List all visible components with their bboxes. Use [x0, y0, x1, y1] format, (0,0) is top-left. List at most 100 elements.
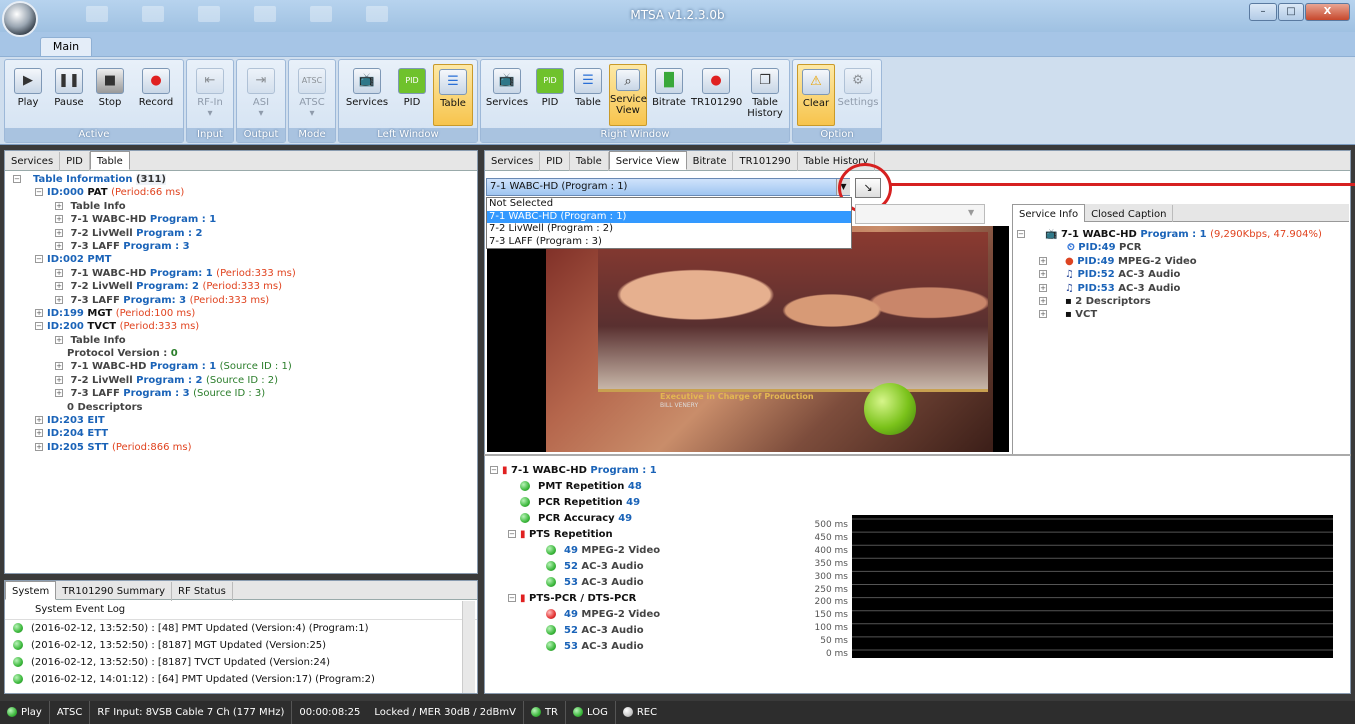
collapse-icon[interactable]: −	[13, 175, 21, 183]
tree-node[interactable]: + ● PID:49 MPEG-2 Video	[1017, 255, 1322, 268]
close-button[interactable]: X	[1305, 3, 1350, 21]
tab-service-info[interactable]: Service Info	[1012, 204, 1086, 223]
expand-icon[interactable]: +	[1039, 270, 1047, 279]
right-pid-button[interactable]: PID PID	[533, 64, 567, 126]
status-item[interactable]: PMT Repetition 48	[490, 480, 830, 496]
dropdown-option[interactable]: 7-2 LivWell (Program : 2)	[487, 223, 851, 236]
collapse-icon[interactable]: −	[490, 466, 498, 474]
tab-tr101290[interactable]: TR101290	[733, 152, 798, 171]
tree-node[interactable]: + 7-3 LAFF Program: 3 (Period:333 ms)	[5, 294, 477, 307]
tree-node[interactable]: + 7-1 WABC-HD Program : 1	[5, 213, 477, 226]
collapse-icon[interactable]: −	[35, 255, 43, 264]
collapse-icon[interactable]: −	[35, 188, 43, 197]
expand-icon[interactable]: +	[1039, 310, 1047, 319]
expand-icon[interactable]: +	[1039, 283, 1047, 292]
maximize-button[interactable]: □	[1278, 3, 1304, 21]
tab-pid[interactable]: PID	[60, 152, 90, 171]
tab-services[interactable]: Services	[5, 152, 61, 171]
collapse-icon[interactable]: −	[508, 530, 516, 538]
status-item[interactable]: 49 MPEG-2 Video	[490, 608, 830, 624]
tab-bitrate[interactable]: Bitrate	[687, 152, 734, 171]
expand-icon[interactable]: +	[1039, 296, 1047, 305]
tree-node[interactable]: + ▪ 2 Descriptors	[1017, 295, 1322, 308]
dropdown-option[interactable]: 7-3 LAFF (Program : 3)	[487, 236, 851, 249]
clear-button[interactable]: ⚠ Clear	[797, 64, 835, 126]
ribbon-tab-main[interactable]: Main	[40, 37, 92, 57]
tree-node[interactable]: + 7-3 LAFF Program : 3	[5, 240, 477, 253]
tree-leaf[interactable]: ⏲ PID:49 PCR	[1017, 241, 1322, 254]
tree-node[interactable]: + ▪ VCT	[1017, 308, 1322, 321]
atsc-mode-button[interactable]: ATSC ATSC ▾	[293, 64, 331, 126]
tab-table[interactable]: Table	[570, 152, 609, 171]
tree-root[interactable]: − ▮ 7-1 WABC-HD Program : 1	[490, 464, 830, 480]
dropdown-option[interactable]: 7-1 WABC-HD (Program : 1)	[487, 210, 851, 223]
tree-node[interactable]: + ♫ PID:52 AC-3 Audio	[1017, 268, 1322, 281]
tree-node[interactable]: + ♫ PID:53 AC-3 Audio	[1017, 282, 1322, 295]
minimize-button[interactable]: –	[1249, 3, 1277, 21]
secondary-select[interactable]	[855, 204, 985, 224]
pane-splitter[interactable]	[484, 454, 1351, 456]
status-item[interactable]: 53 AC-3 Audio	[490, 640, 830, 656]
left-pid-button[interactable]: PID PID	[395, 64, 429, 126]
expand-icon[interactable]: +	[55, 295, 63, 304]
tree-root[interactable]: − 📺 7-1 WABC-HD Program : 1 (9,290Kbps, 4…	[1017, 228, 1322, 241]
expand-icon[interactable]: +	[55, 282, 63, 291]
left-table-button[interactable]: ☰ Table	[433, 64, 473, 126]
expand-icon[interactable]: +	[1039, 256, 1047, 265]
tree-root[interactable]: − Table Information (311)	[5, 173, 477, 186]
dropdown-option[interactable]: Not Selected	[487, 198, 851, 211]
status-node[interactable]: − ▮ PTS-PCR / DTS-PCR	[490, 592, 830, 608]
tree-node-ett[interactable]: + ID:204 ETT	[5, 427, 477, 440]
expand-icon[interactable]: +	[35, 442, 43, 451]
collapse-icon[interactable]: −	[508, 594, 516, 602]
service-select[interactable]: 7-1 WABC-HD (Program : 1)	[486, 178, 850, 196]
expand-icon[interactable]: +	[55, 375, 63, 384]
tree-node-eit[interactable]: + ID:203 EIT	[5, 414, 477, 427]
tab-services[interactable]: Services	[485, 152, 541, 171]
expand-icon[interactable]: +	[35, 416, 43, 425]
pause-button[interactable]: ❚❚ Pause	[49, 64, 89, 126]
tree-node-pat[interactable]: − ID:000 PAT (Period:66 ms)	[5, 186, 477, 199]
tab-system[interactable]: System	[5, 581, 57, 600]
status-node[interactable]: − ▮ PTS Repetition	[490, 528, 830, 544]
right-service-view-button[interactable]: ⌕ Service View	[609, 64, 647, 126]
right-table-history-button[interactable]: ❐ Table History	[743, 64, 787, 126]
tree-node[interactable]: + 7-2 LivWell Program: 2 (Period:333 ms)	[5, 280, 477, 293]
expand-icon[interactable]: +	[35, 429, 43, 438]
expand-icon[interactable]: +	[35, 308, 43, 317]
rf-in-button[interactable]: ⇤ RF-In ▾	[191, 64, 229, 126]
expand-icon[interactable]: +	[55, 201, 63, 210]
tree-node-pmt[interactable]: − ID:002 PMT	[5, 253, 477, 266]
expand-icon[interactable]: +	[55, 228, 63, 237]
right-services-button[interactable]: 📺 Services	[485, 64, 529, 126]
expand-icon[interactable]: +	[55, 241, 63, 250]
status-item[interactable]: 49 MPEG-2 Video	[490, 544, 830, 560]
tree-node-mgt[interactable]: + ID:199 MGT (Period:100 ms)	[5, 307, 477, 320]
right-tr101290-button[interactable]: ● TR101290	[691, 64, 742, 126]
tree-node[interactable]: + Table Info	[5, 200, 477, 213]
collapse-icon[interactable]: −	[1017, 230, 1025, 238]
play-button[interactable]: ▶ Play	[9, 64, 47, 126]
expand-icon[interactable]: +	[55, 362, 63, 371]
right-table-button[interactable]: ☰ Table	[571, 64, 605, 126]
status-item[interactable]: 52 AC-3 Audio	[490, 624, 830, 640]
settings-button[interactable]: ⚙ Settings	[837, 64, 879, 126]
tab-pid[interactable]: PID	[540, 152, 570, 171]
status-item[interactable]: 53 AC-3 Audio	[490, 576, 830, 592]
tree-node-tvct[interactable]: − ID:200 TVCT (Period:333 ms)	[5, 320, 477, 333]
record-button[interactable]: ● Record	[133, 64, 179, 126]
log-scrollbar[interactable]	[462, 601, 475, 693]
tree-node[interactable]: + 7-2 LivWell Program : 2	[5, 227, 477, 240]
tab-service-view[interactable]: Service View	[608, 151, 687, 170]
tree-node[interactable]: + 7-1 WABC-HD Program : 1 (Source ID : 1…	[5, 360, 477, 373]
asi-button[interactable]: ⇥ ASI ▾	[242, 64, 280, 126]
expand-icon[interactable]: +	[55, 335, 63, 344]
tab-rf-status[interactable]: RF Status	[172, 582, 233, 601]
stop-button[interactable]: ■ Stop	[91, 64, 129, 126]
tree-node[interactable]: + Table Info	[5, 334, 477, 347]
status-item[interactable]: PCR Accuracy 49	[490, 512, 830, 528]
tab-table[interactable]: Table	[89, 151, 130, 170]
right-bitrate-button[interactable]: ▐▌ Bitrate	[649, 64, 689, 126]
expand-icon[interactable]: +	[55, 268, 63, 277]
tree-node[interactable]: + 7-3 LAFF Program : 3 (Source ID : 3)	[5, 387, 477, 400]
